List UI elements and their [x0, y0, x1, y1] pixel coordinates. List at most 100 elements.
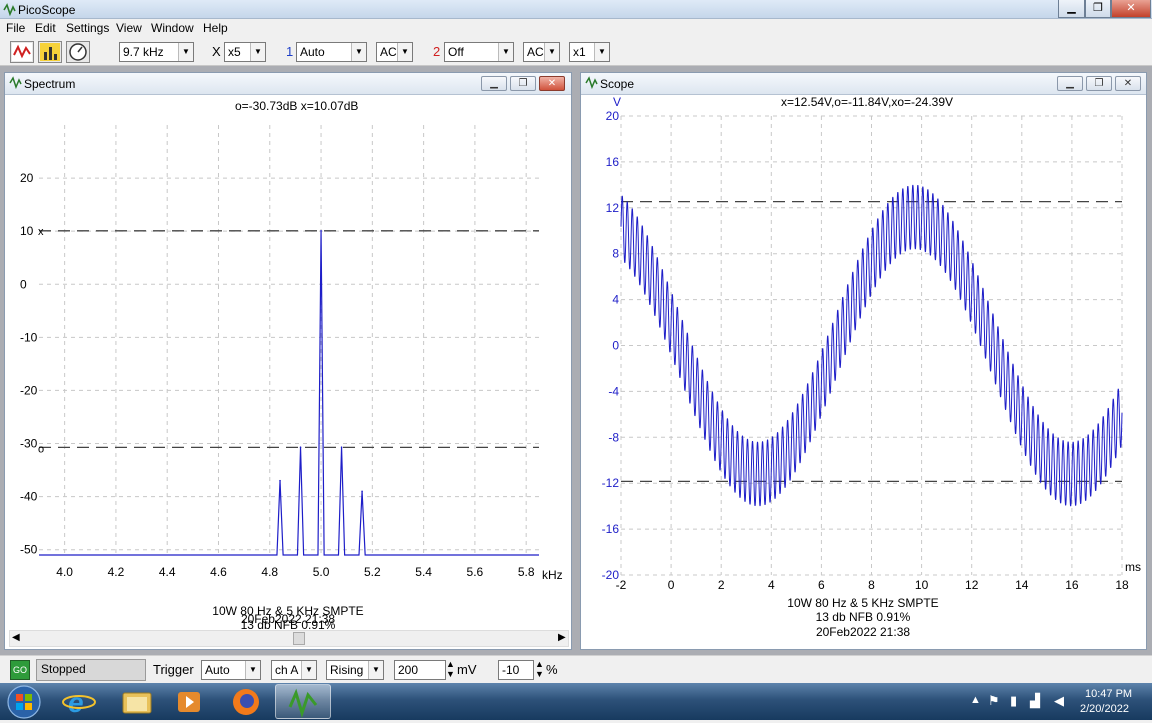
taskbar-media-player[interactable] [162, 684, 218, 719]
menu-settings[interactable]: Settings [66, 21, 109, 35]
menu-window[interactable]: Window [151, 21, 194, 35]
spectrum-peak-point [361, 490, 363, 493]
battery-icon[interactable]: ▮ [1010, 693, 1017, 709]
windows-start-icon[interactable] [5, 685, 43, 719]
go-button[interactable]: GO [10, 660, 30, 680]
spectrum-marker-x-label: x [38, 226, 44, 238]
scope-view-button[interactable] [10, 41, 34, 63]
spectrum-peak-point [340, 446, 343, 449]
trigger-label: Trigger [153, 662, 194, 677]
spectrum-scrollbar[interactable]: ◀ ▶ [9, 630, 569, 647]
show-hidden-icons-icon[interactable]: ▲ [970, 694, 981, 706]
spectrum-restore-button[interactable]: ❐ [510, 76, 536, 91]
firefox-icon [233, 689, 259, 715]
trigger-level-spinner-icon[interactable]: ▲ ▼ [446, 659, 455, 679]
channel2-range-select[interactable]: Off ▼ [444, 42, 514, 62]
scope-readout: x=12.54V,o=-11.84V,xo=-24.39V [781, 95, 953, 109]
scope-x-tick: 14 [1015, 578, 1029, 592]
spectrum-x-tick: 5.8 [518, 565, 535, 579]
spectrum-x-tick: 4.2 [108, 565, 125, 579]
spectrum-caption-date-area: 20Feb2022 21:38 [241, 613, 335, 626]
scope-x-tick: 0 [668, 578, 675, 592]
trigger-channel-select[interactable]: ch A ▼ [271, 660, 317, 680]
menu-edit[interactable]: Edit [35, 21, 56, 35]
chevron-down-icon: ▼ [250, 43, 265, 61]
internet-explorer-icon: e [62, 687, 96, 718]
window-title: PicoScope [18, 3, 76, 17]
taskbar-picoscope[interactable] [275, 684, 331, 719]
trigger-edge-value: Rising [330, 663, 364, 677]
menu-help[interactable]: Help [203, 21, 228, 35]
scroll-thumb[interactable] [293, 632, 305, 645]
clock-time[interactable]: 10:47 PM [1085, 688, 1132, 700]
spectrum-caption-line3: 20Feb2022 21:38 [241, 613, 335, 626]
svg-text:e: e [68, 687, 84, 718]
scope-restore-button[interactable]: ❐ [1086, 76, 1112, 91]
media-player-icon [178, 692, 200, 712]
chevron-down-icon: ▼ [544, 43, 559, 61]
chevron-down-icon: ▼ [351, 43, 366, 61]
run-state: Stopped [36, 659, 146, 681]
scope-y-tick: 4 [612, 293, 619, 307]
pretrigger-spinner-icon[interactable]: ▲ ▼ [535, 659, 544, 679]
scope-x-unit: ms [1125, 560, 1141, 574]
scope-x-tick: 12 [965, 578, 979, 592]
spectrum-y-tick: 0 [20, 277, 27, 291]
trigger-channel-value: ch A [275, 663, 299, 677]
toolbar: 9.7 kHz ▼ X x5 ▼ 1 Auto ▼ AC ▼ 2 Off ▼ AC ▼ x1… [0, 38, 1152, 66]
timebase-select[interactable]: 9.7 kHz ▼ [119, 42, 194, 62]
channel1-coupling-select[interactable]: AC ▼ [376, 42, 413, 62]
scope-y-tick: 0 [612, 339, 619, 353]
scope-x-tick: 6 [818, 578, 825, 592]
spectrum-window-icon [9, 76, 22, 89]
spectrum-y-tick: 20 [20, 171, 34, 185]
spectrum-window: Spectrum ▁ ❐ ✕ 20 10 0 -10 -20 -30 -40 -50 4.0 4… [4, 72, 572, 650]
menu-bar: File Edit Settings View Window Help [0, 19, 1152, 38]
volume-icon[interactable]: ◀ [1054, 693, 1064, 709]
scope-x-tick: 16 [1065, 578, 1079, 592]
scope-x-tick: 2 [718, 578, 725, 592]
scroll-left-icon[interactable]: ◀ [12, 632, 20, 643]
trigger-level-input[interactable]: 200 [394, 660, 446, 680]
meter-view-button[interactable] [66, 41, 90, 63]
scope-y-tick: -8 [608, 430, 619, 444]
spectrum-y-tick: -40 [20, 490, 38, 504]
spectrum-peak-point [320, 230, 322, 232]
spectrum-x-tick: 4.0 [56, 565, 73, 579]
spectrum-minimize-button[interactable]: ▁ [481, 76, 507, 91]
channel1-range-select[interactable]: Auto ▼ [296, 42, 367, 62]
pretrigger-input[interactable]: -10 [498, 660, 534, 680]
network-signal-icon[interactable]: ▟ [1030, 693, 1040, 709]
spectrum-x-tick: 4.4 [159, 565, 176, 579]
spectrum-view-button[interactable] [38, 41, 62, 63]
menu-file[interactable]: File [6, 21, 25, 35]
taskbar-file-explorer[interactable] [109, 684, 165, 719]
scope-minimize-button[interactable]: ▁ [1057, 76, 1083, 91]
scope-close-button[interactable]: ✕ [1115, 76, 1141, 91]
spectrum-close-button[interactable]: ✕ [539, 76, 565, 91]
maximize-button[interactable]: ❐ [1085, 0, 1111, 18]
spectrum-y-tick: -30 [20, 437, 38, 451]
taskbar-firefox[interactable] [218, 684, 274, 719]
channel2-multiplier-select[interactable]: x1 ▼ [569, 42, 610, 62]
channel2-coupling-select[interactable]: AC ▼ [523, 42, 560, 62]
minimize-button[interactable]: ▁ [1058, 0, 1085, 18]
spectrum-titlebar: Spectrum ▁ ❐ ✕ [5, 73, 571, 95]
taskbar-internet-explorer[interactable]: e [52, 684, 108, 719]
multiplier-value: x5 [228, 45, 241, 59]
spectrum-y-tick: 10 [20, 224, 34, 238]
chevron-down-icon: ▼ [245, 661, 260, 679]
spectrum-x-tick: 4.8 [261, 565, 278, 579]
scope-y-tick: -4 [608, 384, 619, 398]
clock-date[interactable]: 2/20/2022 [1080, 703, 1129, 715]
trigger-mode-select[interactable]: Auto ▼ [201, 660, 261, 680]
multiplier-select[interactable]: x5 ▼ [224, 42, 266, 62]
trigger-edge-select[interactable]: Rising ▼ [326, 660, 384, 680]
spectrum-y-tick: -50 [20, 543, 38, 557]
flag-icon[interactable]: ⚑ [988, 693, 1000, 709]
close-button[interactable]: ✕ [1111, 0, 1151, 18]
chevron-down-icon: ▼ [498, 43, 513, 61]
scroll-right-icon[interactable]: ▶ [558, 632, 566, 643]
spectrum-x-tick: 5.0 [313, 565, 330, 579]
menu-view[interactable]: View [116, 21, 142, 35]
